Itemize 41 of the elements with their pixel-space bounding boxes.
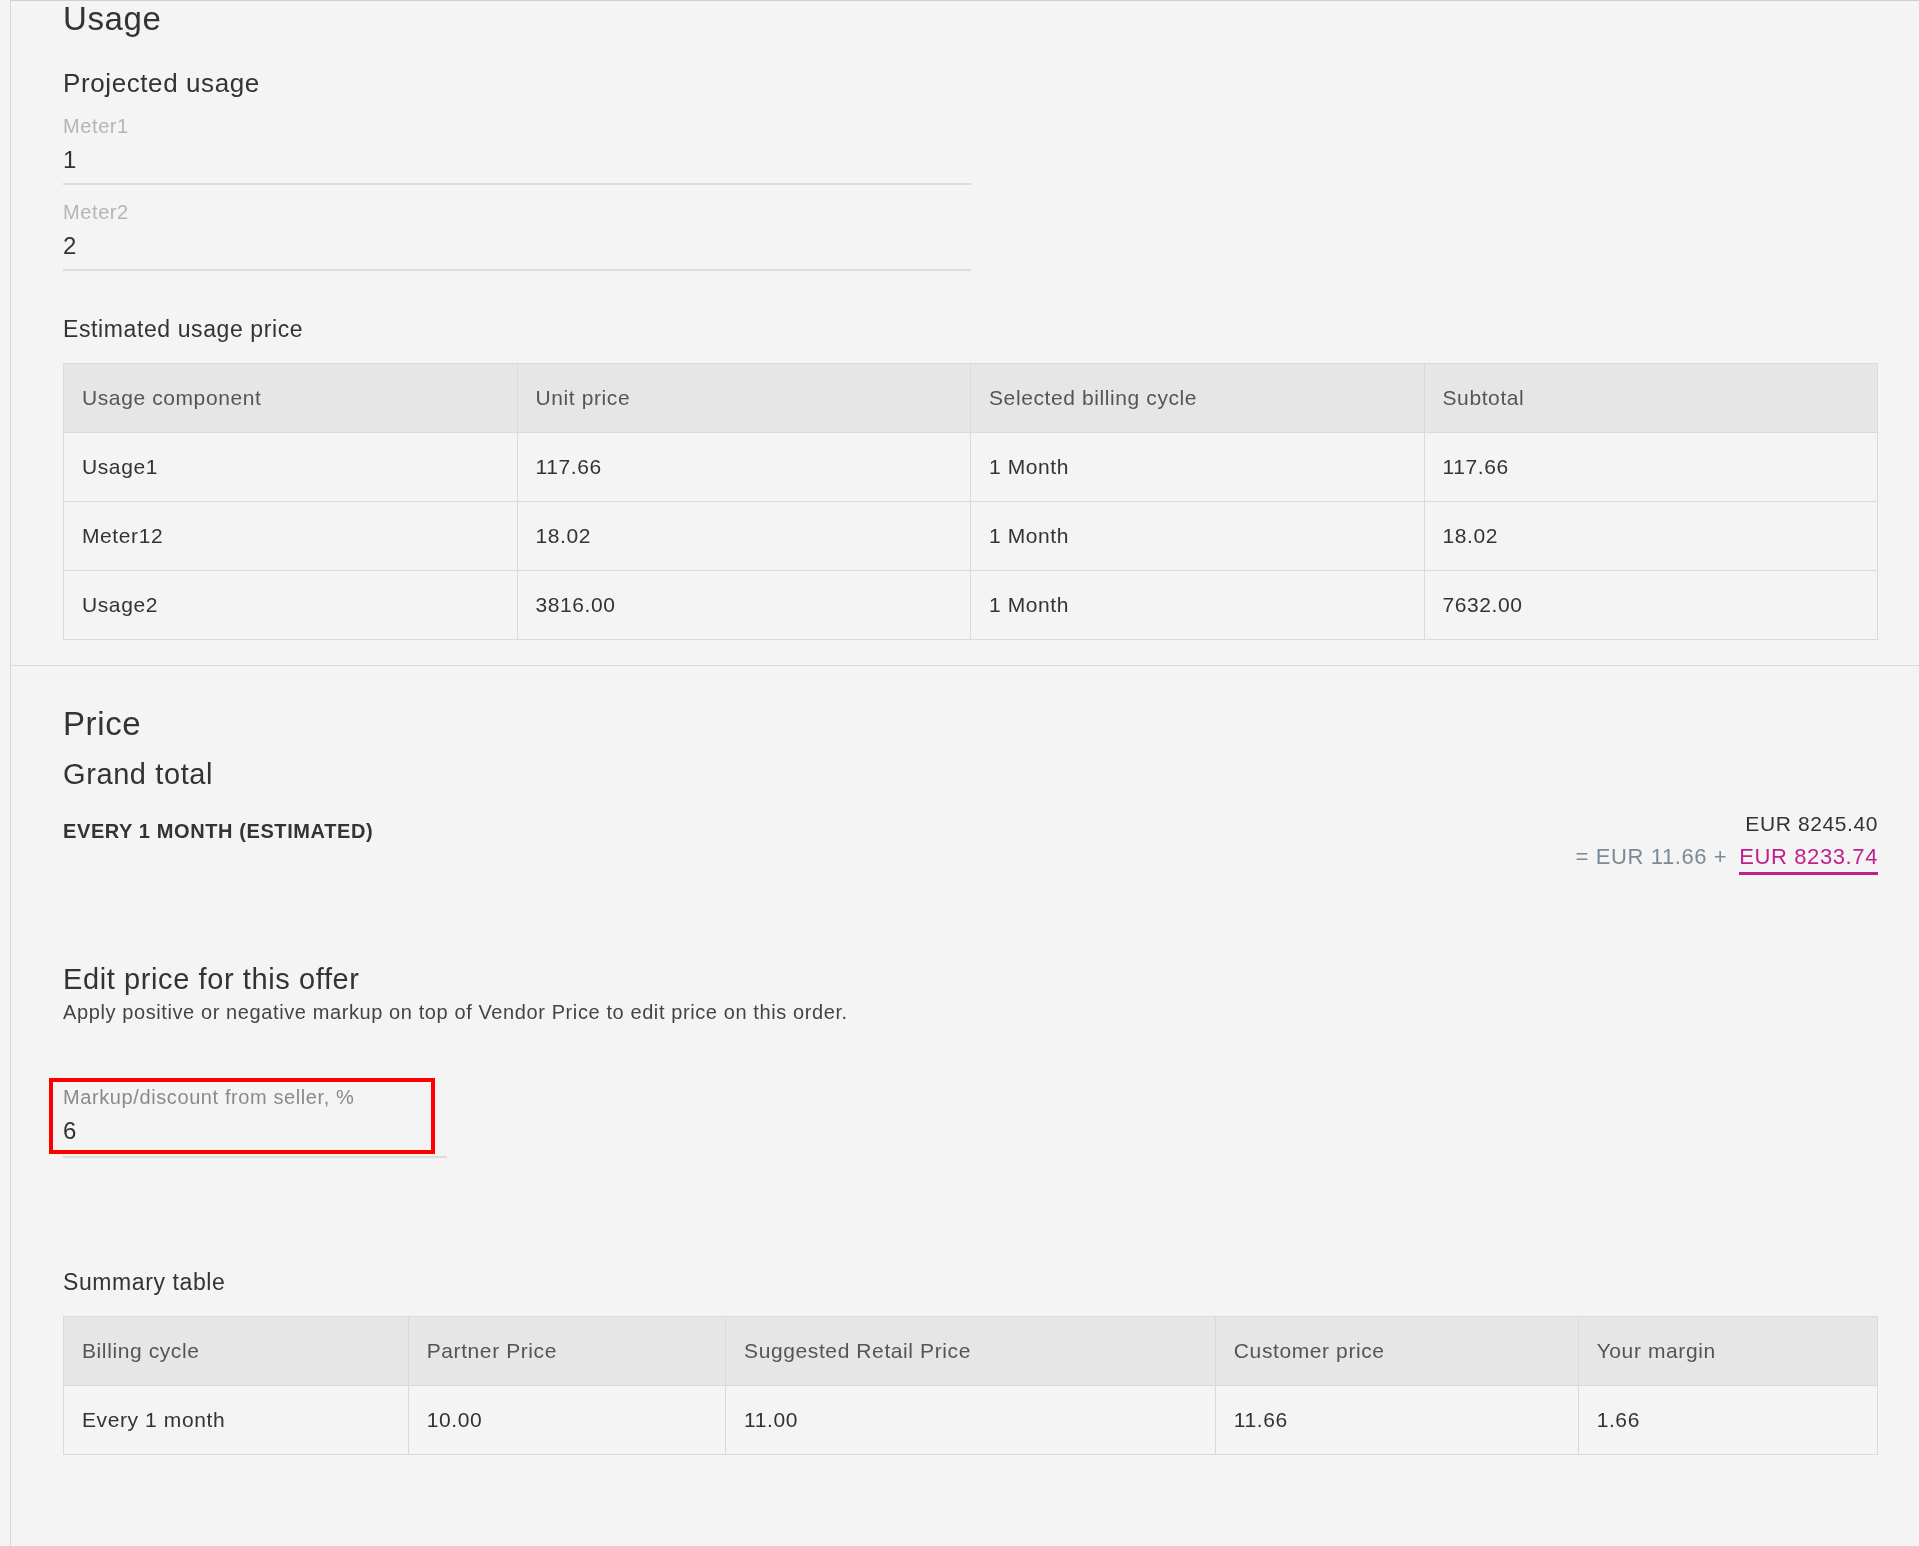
table-cell: Usage1 (63, 432, 517, 502)
section-title: Usage (63, 1, 162, 37)
table-cell: Every 1 month (63, 1385, 409, 1455)
table-cell: 18.02 (1424, 501, 1878, 571)
subsection-title: Edit price for this offer (63, 963, 360, 995)
input-field[interactable]: Meter1 1 (63, 113, 971, 185)
table-cell: 1 Month (970, 570, 1424, 640)
table-cell: 7632.00 (1424, 570, 1878, 640)
column-header: Suggested Retail Price (725, 1316, 1216, 1386)
input-field[interactable]: Markup/discount from seller, % 6 (49, 1078, 435, 1154)
total-amount: EUR 8245.40 (1745, 812, 1878, 836)
price-link[interactable]: EUR 8233.74 (1739, 844, 1878, 875)
table-cell: 18.02 (517, 501, 971, 571)
column-header: Customer price (1215, 1316, 1579, 1386)
table-cell: 3816.00 (517, 570, 971, 640)
table-cell: 1.66 (1578, 1385, 1878, 1455)
column-header: Your margin (1578, 1316, 1878, 1386)
subsection-title: Estimated usage price (63, 315, 304, 344)
column-header: Subtotal (1424, 363, 1878, 433)
table-cell: 10.00 (408, 1385, 726, 1455)
section-title: Price (63, 706, 142, 742)
table-cell: 117.66 (1424, 432, 1878, 502)
column-header: Partner Price (408, 1316, 726, 1386)
table-cell: 11.66 (1215, 1385, 1579, 1455)
input-field[interactable]: Meter2 2 (63, 199, 971, 271)
subsection-title: Grand total (63, 758, 214, 790)
price-breakdown: = EUR 11.66 + (1575, 844, 1728, 871)
subsection-title: Projected usage (63, 67, 260, 99)
table-cell: 117.66 (517, 432, 971, 502)
column-header: Usage component (63, 363, 517, 433)
description-text: Apply positive or negative markup on top of Vendor Price to edit price on this order. (63, 1001, 849, 1024)
table-cell: 1 Month (970, 501, 1424, 571)
subsection-title: Summary table (63, 1268, 226, 1297)
table-cell: Usage2 (63, 570, 517, 640)
table-cell: 11.00 (725, 1385, 1216, 1455)
table-cell: Meter12 (63, 501, 517, 571)
column-header: Billing cycle (63, 1316, 409, 1386)
table-cell: 1 Month (970, 432, 1424, 502)
billing-period: EVERY 1 MONTH (ESTIMATED) (63, 820, 374, 844)
column-header: Unit price (517, 363, 971, 433)
column-header: Selected billing cycle (970, 363, 1424, 433)
